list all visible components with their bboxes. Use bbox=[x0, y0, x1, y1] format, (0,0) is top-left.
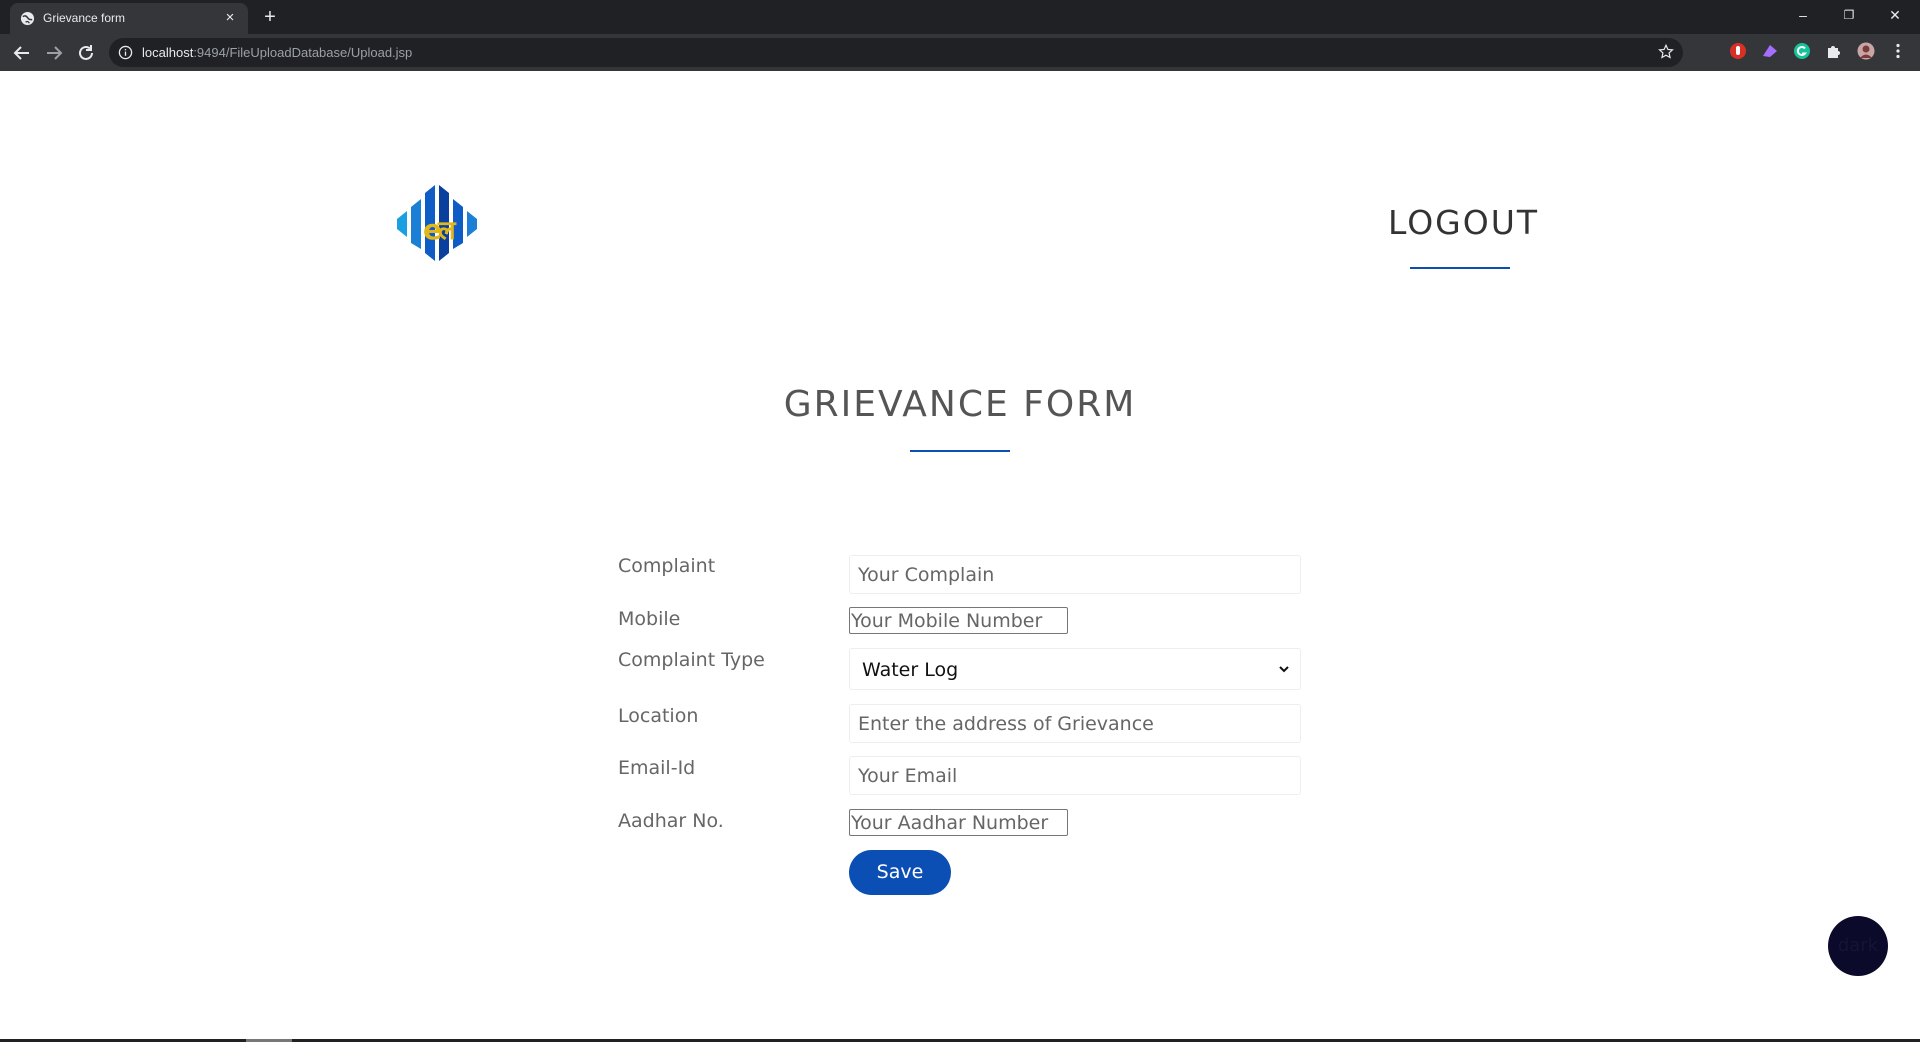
complaint-type-label: Complaint Type bbox=[618, 649, 765, 671]
mobile-label: Mobile bbox=[618, 608, 681, 630]
location-input[interactable] bbox=[849, 704, 1301, 743]
save-button[interactable]: Save bbox=[849, 850, 951, 895]
email-label: Email-Id bbox=[618, 757, 696, 779]
chevron-down-icon bbox=[1279, 666, 1289, 673]
complaint-input[interactable] bbox=[849, 555, 1301, 594]
browser-toolbar: localhost:9494/FileUploadDatabase/Upload… bbox=[0, 34, 1920, 71]
extension-red-icon[interactable] bbox=[1729, 42, 1747, 60]
location-label: Location bbox=[618, 705, 699, 727]
tab-title: Grievance form bbox=[43, 11, 126, 25]
browser-tab-strip: Grievance form × + – ❐ ✕ bbox=[0, 0, 1920, 34]
logout-underline bbox=[1410, 267, 1510, 269]
complaint-type-value: Water Log bbox=[862, 659, 959, 681]
extensions-puzzle-icon[interactable] bbox=[1825, 42, 1843, 60]
browser-tab[interactable]: Grievance form × bbox=[10, 3, 248, 34]
tab-close-icon[interactable]: × bbox=[221, 9, 239, 27]
bookmark-star-icon[interactable] bbox=[1657, 43, 1675, 61]
info-icon[interactable] bbox=[118, 45, 133, 60]
email-input[interactable] bbox=[849, 756, 1301, 795]
logo-glyph: ल bbox=[437, 216, 457, 246]
new-tab-button[interactable]: + bbox=[258, 5, 282, 29]
extension-purple-icon[interactable] bbox=[1761, 42, 1779, 60]
back-arrow-icon[interactable] bbox=[10, 41, 34, 65]
dark-mode-toggle[interactable]: dark bbox=[1828, 916, 1888, 976]
url-text: localhost:9494/FileUploadDatabase/Upload… bbox=[142, 45, 412, 60]
browser-menu-icon[interactable] bbox=[1889, 42, 1907, 60]
grammarly-icon[interactable] bbox=[1793, 42, 1811, 60]
address-bar[interactable]: localhost:9494/FileUploadDatabase/Upload… bbox=[109, 38, 1683, 67]
complaint-label: Complaint bbox=[618, 555, 716, 577]
title-underline bbox=[910, 450, 1010, 452]
logout-link[interactable]: LOGOUT bbox=[1388, 203, 1537, 242]
aadhar-input[interactable] bbox=[849, 809, 1068, 836]
minimize-button[interactable]: – bbox=[1780, 0, 1826, 30]
page-title: GRIEVANCE FORM bbox=[783, 384, 1137, 425]
mobile-input[interactable] bbox=[849, 607, 1068, 634]
globe-icon bbox=[20, 11, 35, 26]
profile-avatar[interactable] bbox=[1857, 42, 1875, 60]
url-host: localhost bbox=[142, 45, 194, 60]
url-path: :9494/FileUploadDatabase/Upload.jsp bbox=[193, 45, 413, 60]
forward-arrow-icon[interactable] bbox=[42, 41, 66, 65]
reload-icon[interactable] bbox=[74, 41, 98, 65]
site-logo[interactable]: e ल bbox=[397, 179, 487, 261]
complaint-type-select[interactable]: Water Log bbox=[849, 648, 1301, 690]
aadhar-label: Aadhar No. bbox=[618, 810, 724, 832]
restore-button[interactable]: ❐ bbox=[1826, 0, 1872, 30]
close-window-button[interactable]: ✕ bbox=[1872, 0, 1918, 30]
